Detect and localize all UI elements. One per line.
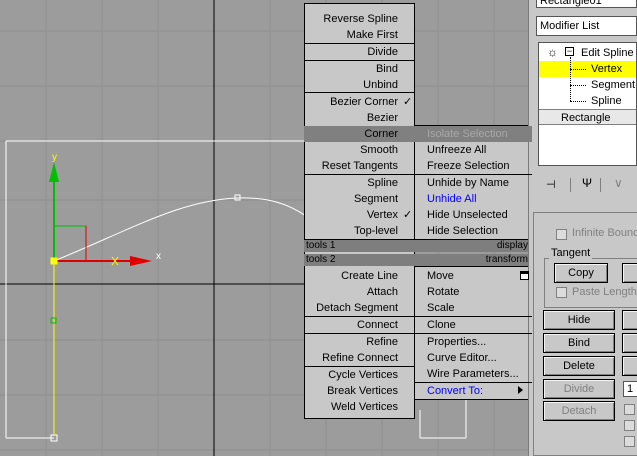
modifier-list-dropdown[interactable]: Modifier List <box>536 16 637 36</box>
curve-segment[interactable] <box>53 197 307 262</box>
quad-header-tools2-transform: tools 2 transform <box>304 254 532 266</box>
object-name-field[interactable]: Rectangle01 <box>536 0 637 8</box>
quad-menu-item-connect[interactable]: Connect <box>304 317 398 333</box>
collapse-icon[interactable]: − <box>565 47 574 56</box>
quad-menu-item-isolate-selection[interactable]: Isolate Selection <box>427 126 508 142</box>
quad-menu-item-reverse-spline[interactable]: Reverse Spline <box>304 11 398 27</box>
stack-item-spline[interactable]: Spline <box>539 93 636 109</box>
checkmark-icon: ✓ <box>403 96 413 108</box>
divide-count-field[interactable]: 1 <box>623 381 637 397</box>
quad-menu-item-weld-vertices[interactable]: Weld Vertices <box>304 399 398 415</box>
quad-menu-item-bezier[interactable]: Bezier <box>304 110 398 126</box>
tree-connector <box>570 101 586 102</box>
quad-menu-item-bind[interactable]: Bind <box>304 61 398 77</box>
detach-button[interactable]: Detach <box>543 401 615 421</box>
quad-menu-item-rotate[interactable]: Rotate <box>427 284 459 300</box>
paste-length-checkbox[interactable] <box>556 287 567 298</box>
unhide-all-button[interactable] <box>622 310 637 330</box>
toolbar-divider <box>600 178 601 192</box>
header-display: display <box>496 240 528 251</box>
quad-menu-item-clone[interactable]: Clone <box>427 317 456 333</box>
infinite-bounds-label: Infinite Bound <box>572 227 637 239</box>
quad-menu-item-unfreeze-all[interactable]: Unfreeze All <box>427 142 486 158</box>
pin-stack-icon[interactable]: ⊣ <box>546 178 556 191</box>
menu-separator <box>304 239 415 240</box>
quad-menu-item-convert-to-[interactable]: Convert To: <box>427 383 483 399</box>
tangent-group-label: Tangent <box>549 247 593 259</box>
quad-menu-item-bezier-corner[interactable]: Bezier Corner <box>304 94 398 110</box>
header-tools-1: tools 1 <box>306 240 336 251</box>
quad-menu-item-move[interactable]: Move <box>427 268 454 284</box>
reorient-checkbox[interactable] <box>624 420 635 431</box>
gizmo-x-label: x <box>156 251 161 262</box>
quad-menu-item-curve-editor-[interactable]: Curve Editor... <box>427 350 497 366</box>
same-shape-checkbox[interactable] <box>624 404 635 415</box>
quad-menu-item-spline[interactable]: Spline <box>304 175 398 191</box>
quad-menu-item-unhide-by-name[interactable]: Unhide by Name <box>427 175 509 191</box>
quad-menu-item-refine-connect[interactable]: Refine Connect <box>304 350 398 366</box>
stack-item-rectangle[interactable]: Rectangle <box>539 109 636 125</box>
gizmo-y-label: y <box>52 152 57 163</box>
bind-button[interactable]: Bind <box>543 333 615 353</box>
unbind-button[interactable] <box>622 333 637 353</box>
quad-menu-item-attach[interactable]: Attach <box>304 284 398 300</box>
quad-header-tools1-display: tools 1 display <box>304 240 532 252</box>
checkmark-icon: ✓ <box>403 209 413 221</box>
quad-menu-item-properties-[interactable]: Properties... <box>427 334 486 350</box>
tree-connector <box>570 69 586 70</box>
move-settings-icon[interactable] <box>520 271 529 280</box>
stack-item-segment[interactable]: Segment <box>539 77 636 93</box>
light-bulb-icon[interactable]: ☼ <box>547 45 558 59</box>
quad-menu-item-wire-parameters-[interactable]: Wire Parameters... <box>427 366 519 382</box>
quad-menu-item-cycle-vertices[interactable]: Cycle Vertices <box>304 367 398 383</box>
copy-checkbox[interactable] <box>624 436 635 447</box>
quad-menu-item-break-vertices[interactable]: Break Vertices <box>304 383 398 399</box>
modifier-stack[interactable]: Edit Spline Vertex Segment Spline Rectangle ☼… <box>538 42 637 166</box>
quad-menu-item-freeze-selection[interactable]: Freeze Selection <box>427 158 510 174</box>
quad-menu-item-detach-segment[interactable]: Detach Segment <box>304 300 398 316</box>
quad-menu-item-segment[interactable]: Segment <box>304 191 398 207</box>
tree-connector <box>570 57 571 101</box>
divide-button[interactable]: Divide <box>543 379 615 399</box>
paste-length-label: Paste Length <box>572 286 637 298</box>
infinite-bounds-checkbox[interactable] <box>556 229 567 240</box>
quad-menu-item-reset-tangents[interactable]: Reset Tangents <box>304 158 398 174</box>
stack-item-vertex[interactable]: Vertex <box>539 61 636 77</box>
header-tools-2: tools 2 <box>306 254 336 265</box>
quad-menu-item-make-first[interactable]: Make First <box>304 27 398 43</box>
quad-menu-item-divide[interactable]: Divide <box>304 44 398 60</box>
quad-menu-item-unhide-all[interactable]: Unhide All <box>427 191 477 207</box>
paste-button[interactable] <box>622 263 637 283</box>
quad-menu-item-top-level[interactable]: Top-level <box>304 223 398 239</box>
quad-menu-item-vertex[interactable]: Vertex <box>304 207 398 223</box>
quad-menu-item-hide-unselected[interactable]: Hide Unselected <box>427 207 508 223</box>
quad-menu-item-refine[interactable]: Refine <box>304 334 398 350</box>
quad-menu-item-create-line[interactable]: Create Line <box>304 268 398 284</box>
delete-button[interactable]: Delete <box>543 356 615 376</box>
toolbar-divider <box>570 178 571 192</box>
submenu-arrow-icon <box>518 386 523 394</box>
quad-menu-item-unbind[interactable]: Unbind <box>304 77 398 93</box>
break-button[interactable] <box>622 356 637 376</box>
quad-menu-item-hide-selection[interactable]: Hide Selection <box>427 223 498 239</box>
tree-connector <box>570 85 586 86</box>
hide-button[interactable]: Hide <box>543 310 615 330</box>
make-unique-icon[interactable]: ∨ <box>614 176 623 190</box>
quad-menu-item-smooth[interactable]: Smooth <box>304 142 398 158</box>
header-transform: transform <box>485 254 528 265</box>
show-end-result-icon[interactable]: Ψ <box>582 176 592 190</box>
quad-menu-item-corner[interactable]: Corner <box>304 126 398 142</box>
copy-button[interactable]: Copy <box>554 263 608 283</box>
quad-menu-item-scale[interactable]: Scale <box>427 300 455 316</box>
